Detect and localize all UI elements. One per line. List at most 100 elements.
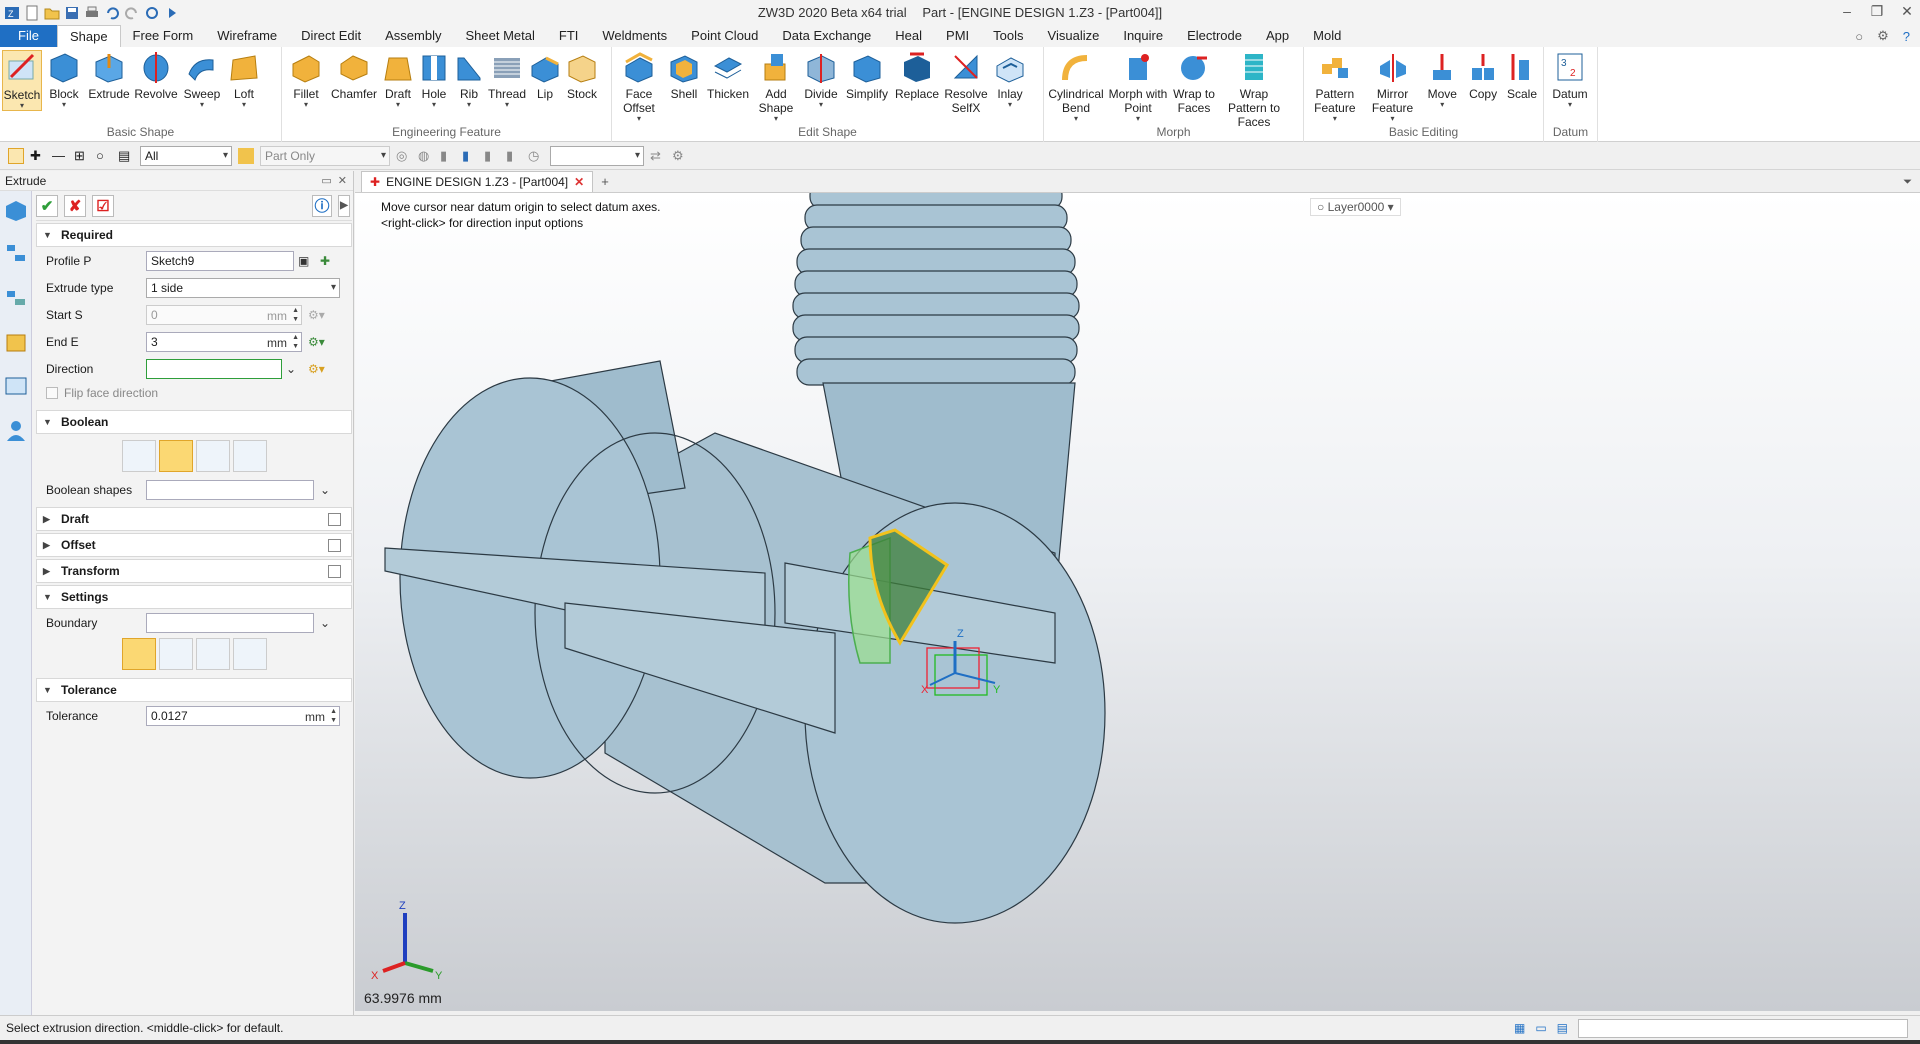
tab-shape[interactable]: Shape bbox=[56, 25, 121, 47]
tab-free-form[interactable]: Free Form bbox=[121, 25, 206, 47]
direction-field[interactable] bbox=[146, 358, 282, 379]
chamfer-button[interactable]: Chamfer bbox=[328, 50, 380, 101]
boolean-expand-icon[interactable]: ⌄ bbox=[320, 483, 330, 497]
end-options-icon[interactable]: ⚙▾ bbox=[308, 335, 325, 349]
start-options-icon[interactable]: ⚙▾ bbox=[308, 308, 325, 322]
maximize-button[interactable]: ❐ bbox=[1870, 3, 1884, 20]
target-icon[interactable]: ◍ bbox=[418, 148, 434, 164]
morph-with-point-button[interactable]: Morph with Point ▾ bbox=[1106, 50, 1170, 123]
face-offset-button[interactable]: Face Offset ▾ bbox=[614, 50, 664, 123]
move-button[interactable]: Move ▾ bbox=[1421, 50, 1463, 109]
rib-button[interactable]: Rib ▾ bbox=[452, 50, 486, 109]
tab-pmi[interactable]: PMI bbox=[934, 25, 981, 47]
undo-icon[interactable] bbox=[104, 5, 120, 21]
wrap-pattern-to-faces-button[interactable]: Wrap Pattern to Faces bbox=[1218, 50, 1290, 129]
tab-heal[interactable]: Heal bbox=[883, 25, 934, 47]
profile-options-icon[interactable]: ✚ bbox=[320, 254, 330, 268]
ok-button[interactable]: ✔ bbox=[36, 194, 58, 217]
image-view-icon[interactable] bbox=[3, 373, 29, 399]
pick-arrow-icon[interactable] bbox=[8, 148, 24, 164]
minimize-button[interactable]: – bbox=[1840, 3, 1854, 20]
save-icon[interactable] bbox=[64, 5, 80, 21]
sweep-button[interactable]: Sweep ▾ bbox=[180, 50, 224, 109]
section-settings[interactable]: ▼ Settings bbox=[36, 585, 352, 609]
boundary-field[interactable] bbox=[146, 612, 314, 633]
start-field[interactable]: 0 mm ▲ ▼ bbox=[146, 304, 302, 325]
lightbulb-icon[interactable]: ○ bbox=[1855, 29, 1863, 44]
align-center-icon[interactable]: ▮ bbox=[462, 148, 478, 164]
filter-icon[interactable]: ▤ bbox=[118, 148, 134, 164]
tool-a-icon[interactable]: ⇄ bbox=[650, 148, 666, 164]
tab-visualize[interactable]: Visualize bbox=[1036, 25, 1112, 47]
close-window-button[interactable]: ✕ bbox=[1900, 3, 1914, 20]
tab-assembly[interactable]: Assembly bbox=[373, 25, 453, 47]
history-select[interactable] bbox=[550, 146, 644, 166]
extrude-type-select[interactable]: 1 side bbox=[146, 277, 340, 298]
boolean-add-icon[interactable] bbox=[159, 440, 193, 472]
part-view-icon[interactable] bbox=[3, 329, 29, 355]
align-left-icon[interactable]: ▮ bbox=[440, 148, 456, 164]
copy-button[interactable]: Copy bbox=[1463, 50, 1503, 101]
setting-option-1-icon[interactable] bbox=[122, 638, 156, 670]
scope-select[interactable]: Part Only bbox=[260, 146, 390, 166]
align-right-icon[interactable]: ▮ bbox=[484, 148, 500, 164]
view-toggle-icon[interactable]: ▦ bbox=[1514, 1021, 1525, 1035]
tab-inquire[interactable]: Inquire bbox=[1111, 25, 1175, 47]
tolerance-field[interactable]: 0.0127 mm ▲ ▼ bbox=[146, 705, 340, 726]
tab-data-exchange[interactable]: Data Exchange bbox=[770, 25, 883, 47]
section-transform[interactable]: ▶ Transform bbox=[36, 559, 352, 583]
profile-field[interactable]: Sketch9 bbox=[146, 250, 294, 271]
pin-icon[interactable]: ▭ bbox=[321, 174, 331, 187]
boolean-base-icon[interactable] bbox=[122, 440, 156, 472]
layer-selector[interactable]: ○ Layer0000 ▾ bbox=[1310, 198, 1401, 216]
section-draft[interactable]: ▶ Draft bbox=[36, 507, 352, 531]
section-tolerance[interactable]: ▼ Tolerance bbox=[36, 678, 352, 702]
section-boolean[interactable]: ▼ Boolean bbox=[36, 410, 352, 434]
stock-button[interactable]: Stock bbox=[562, 50, 602, 101]
wrap-to-faces-button[interactable]: Wrap to Faces bbox=[1170, 50, 1218, 115]
redo-icon[interactable] bbox=[124, 5, 140, 21]
file-menu[interactable]: File bbox=[0, 25, 57, 47]
filter-select[interactable]: All bbox=[140, 146, 232, 166]
tab-tools[interactable]: Tools bbox=[981, 25, 1035, 47]
help-icon[interactable]: ? bbox=[1903, 29, 1910, 44]
engine-model[interactable]: Z Y X Z Y X bbox=[355, 193, 1920, 1011]
draft-checkbox[interactable] bbox=[328, 513, 341, 526]
end-spinner[interactable]: ▲ ▼ bbox=[292, 333, 299, 351]
offset-checkbox[interactable] bbox=[328, 539, 341, 552]
revolve-button[interactable]: Revolve bbox=[132, 50, 180, 101]
boolean-remove-icon[interactable] bbox=[196, 440, 230, 472]
tab-app[interactable]: App bbox=[1254, 25, 1301, 47]
layout-icon[interactable]: ▤ bbox=[1557, 1021, 1568, 1035]
tab-direct-edit[interactable]: Direct Edit bbox=[289, 25, 373, 47]
loft-button[interactable]: Loft ▾ bbox=[224, 50, 264, 109]
display-icon[interactable]: ▭ bbox=[1535, 1021, 1546, 1035]
draft-button[interactable]: Draft ▾ bbox=[380, 50, 416, 109]
start-spinner[interactable]: ▲ ▼ bbox=[292, 306, 299, 324]
resolve-selfx-button[interactable]: Resolve SelfX bbox=[942, 50, 990, 115]
command-input[interactable] bbox=[1578, 1018, 1908, 1038]
run-icon[interactable] bbox=[164, 5, 180, 21]
tab-fti[interactable]: FTI bbox=[547, 25, 591, 47]
section-offset[interactable]: ▶ Offset bbox=[36, 533, 352, 557]
tab-point-cloud[interactable]: Point Cloud bbox=[679, 25, 770, 47]
boolean-shapes-field[interactable] bbox=[146, 479, 314, 500]
section-required[interactable]: ▼ Required bbox=[36, 223, 352, 247]
thread-button[interactable]: Thread ▾ bbox=[486, 50, 528, 109]
tolerance-spinner[interactable]: ▲ ▼ bbox=[330, 707, 337, 725]
add-shape-button[interactable]: Add Shape ▾ bbox=[752, 50, 800, 123]
part-scope-icon[interactable] bbox=[238, 148, 254, 164]
replace-button[interactable]: Replace bbox=[892, 50, 942, 101]
extrude-button[interactable]: Extrude bbox=[86, 50, 132, 101]
fillet-button[interactable]: Fillet ▾ bbox=[284, 50, 328, 109]
datum-button[interactable]: 32 Datum ▾ bbox=[1546, 50, 1594, 109]
viewport-menu-icon[interactable]: ⏷ bbox=[1903, 172, 1912, 192]
boolean-intersect-icon[interactable] bbox=[233, 440, 267, 472]
setting-option-4-icon[interactable] bbox=[233, 638, 267, 670]
thicken-button[interactable]: Thicken bbox=[704, 50, 752, 101]
user-icon[interactable] bbox=[3, 417, 29, 443]
clock-icon[interactable]: ◷ bbox=[528, 148, 544, 164]
lip-button[interactable]: Lip bbox=[528, 50, 562, 101]
tab-wireframe[interactable]: Wireframe bbox=[205, 25, 289, 47]
direction-expand-icon[interactable]: ⌄ bbox=[286, 362, 296, 376]
